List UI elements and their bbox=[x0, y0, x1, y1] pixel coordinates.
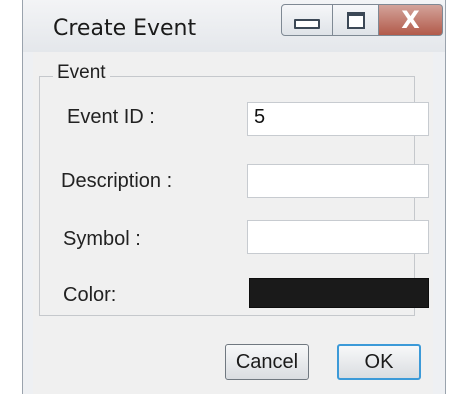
cancel-button[interactable]: Cancel bbox=[225, 344, 309, 380]
maximize-button[interactable] bbox=[333, 4, 379, 36]
create-event-dialog: Create Event X Event Event ID : 5 Descri… bbox=[22, 0, 446, 394]
close-icon: X bbox=[401, 6, 420, 34]
minimize-icon bbox=[294, 19, 320, 29]
minimize-button[interactable] bbox=[281, 4, 333, 36]
description-field[interactable] bbox=[247, 164, 429, 198]
ok-button[interactable]: OK bbox=[337, 344, 421, 380]
event-group-label: Event bbox=[53, 62, 110, 84]
symbol-field[interactable] bbox=[247, 220, 429, 254]
symbol-label: Symbol : bbox=[63, 228, 141, 250]
event-id-field[interactable]: 5 bbox=[247, 102, 429, 136]
title-bar[interactable]: Create Event X bbox=[23, 0, 445, 52]
description-label: Description : bbox=[61, 170, 173, 192]
event-id-label: Event ID : bbox=[67, 106, 155, 128]
color-label: Color: bbox=[63, 284, 117, 306]
color-picker-swatch[interactable] bbox=[249, 278, 429, 308]
window-controls: X bbox=[281, 4, 443, 38]
maximize-icon bbox=[346, 11, 365, 29]
dialog-body: Event Event ID : 5 Description : Symbol … bbox=[33, 52, 433, 394]
close-button[interactable]: X bbox=[379, 4, 443, 36]
window-title: Create Event bbox=[53, 16, 197, 41]
